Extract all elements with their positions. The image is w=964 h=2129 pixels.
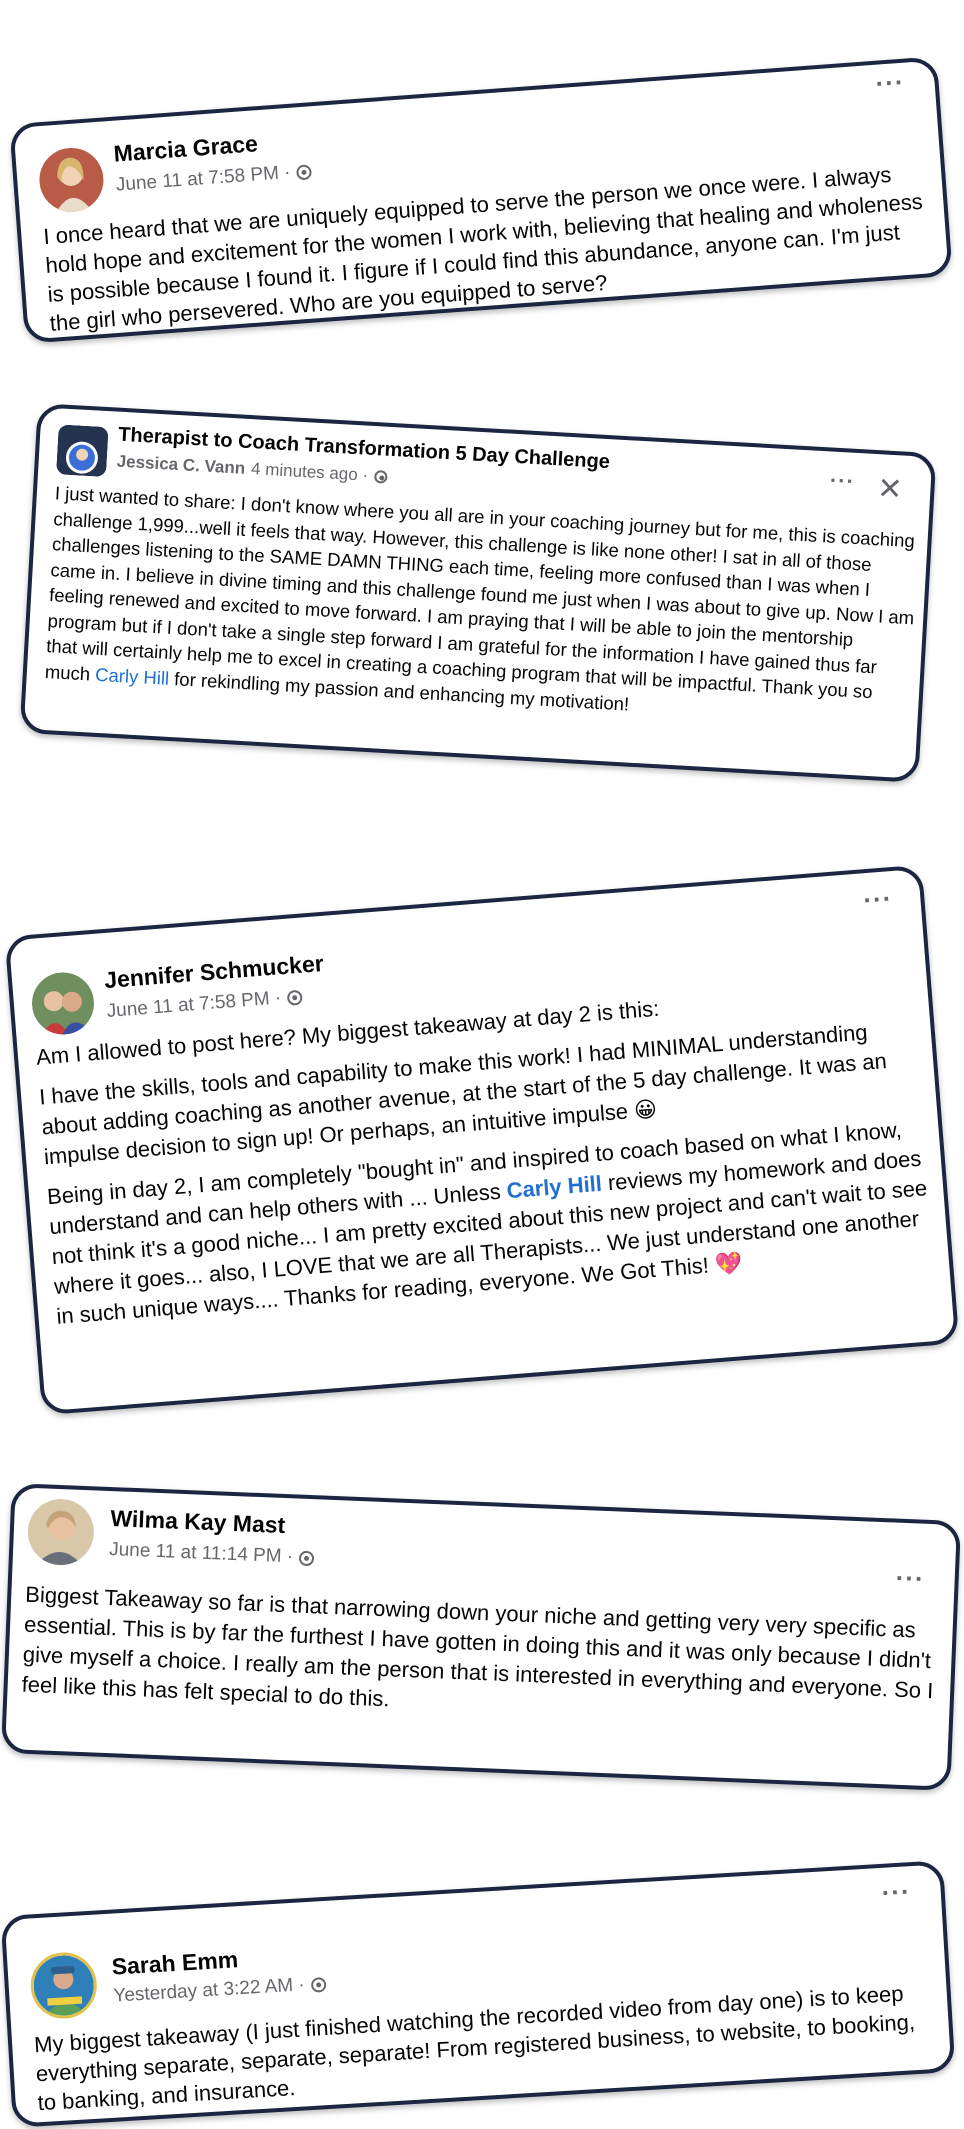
avatar[interactable] [37,145,106,215]
post-meta: June 11 at 11:14 PM · [109,1539,315,1569]
post-timestamp[interactable]: June 11 at 7:58 PM · [115,162,291,197]
post-card-sarah-emm: Sarah Emm Yesterday at 3:22 AM · ··· My … [0,1860,956,2128]
globe-icon [286,989,303,1006]
grinning-emoji-icon: 😀 [633,1096,658,1123]
avatar[interactable] [28,1950,99,2021]
post-text: Biggest Takeaway so far is that narrowin… [21,1581,934,1712]
more-horizontal-icon[interactable]: ··· [881,1876,912,1908]
post-body: Biggest Takeaway so far is that narrowin… [21,1580,943,1747]
author-name[interactable]: Wilma Kay Mast [110,1505,286,1539]
post-meta: June 11 at 7:58 PM · [115,160,312,196]
globe-icon [295,163,312,180]
author-name[interactable]: Sarah Emm [111,1946,239,1980]
post-timestamp[interactable]: June 11 at 11:14 PM · [109,1539,294,1568]
post-card-marcia-grace: Marcia Grace June 11 at 7:58 PM · ··· I … [9,56,953,344]
post-timestamp[interactable]: June 11 at 7:58 PM · [106,987,282,1023]
post-timestamp[interactable]: Yesterday at 3:22 AM · [113,1974,305,2007]
globe-icon [373,469,388,484]
post-card-group-challenge: Therapist to Coach Transformation 5 Day … [19,403,937,783]
avatar[interactable] [29,970,97,1037]
author-name[interactable]: Jessica C. Vann [116,452,245,479]
group-avatar[interactable] [55,424,109,478]
more-horizontal-icon[interactable]: ··· [895,1563,925,1594]
globe-icon [310,1976,327,1993]
globe-icon [298,1550,315,1566]
post-card-jennifer-schmucker: Jennifer Schmucker June 11 at 7:58 PM · … [4,864,960,1416]
post-body: I just wanted to share: I don't know whe… [44,480,921,742]
mention-link-carly-hill[interactable]: Carly Hill [95,663,170,688]
post-body: Am I allowed to post here? My biggest ta… [35,974,936,1342]
more-horizontal-icon[interactable]: ··· [829,467,855,493]
heart-emoji-icon: 💖 [713,1250,744,1278]
author-name[interactable]: Marcia Grace [113,130,259,168]
avatar[interactable] [26,1497,96,1567]
more-horizontal-icon[interactable]: ··· [862,883,893,915]
close-icon[interactable]: ✕ [876,472,903,506]
post-timestamp[interactable]: 4 minutes ago · [251,459,369,486]
post-text: I just wanted to share: I don't know whe… [44,480,920,732]
more-horizontal-icon[interactable]: ··· [874,67,905,99]
mention-link-carly-hill[interactable]: Carly Hill [506,1171,603,1203]
post-card-wilma-kay-mast: Wilma Kay Mast June 11 at 11:14 PM · ···… [0,1483,962,1791]
